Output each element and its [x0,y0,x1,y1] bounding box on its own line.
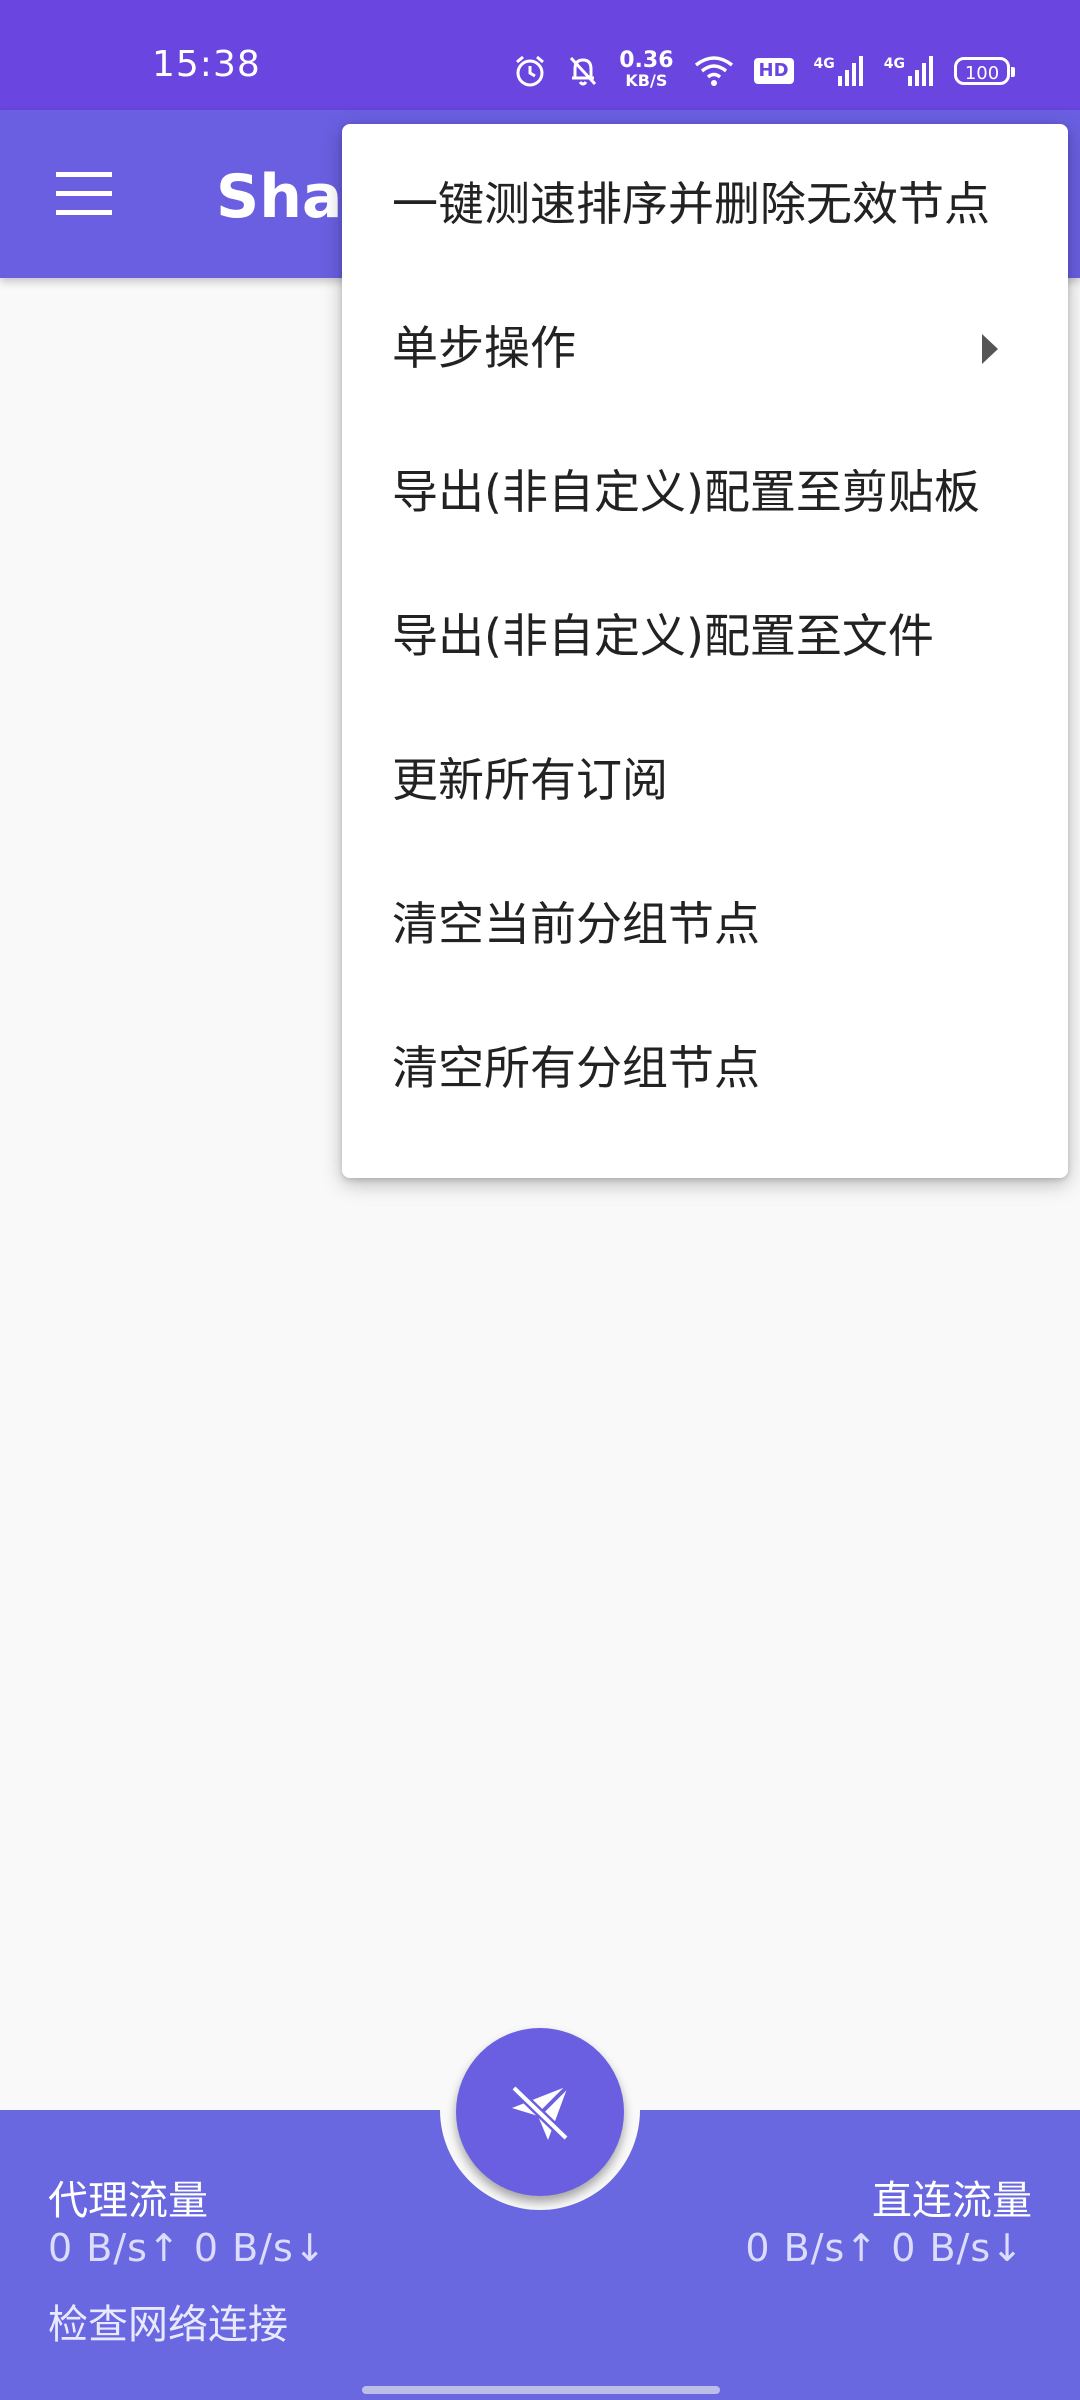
bell-off-icon [570,56,597,86]
menu-item-clear-current-group[interactable]: 清空当前分组节点 [342,852,1068,996]
proxy-traffic-label: 代理流量 [48,2178,208,2224]
proxy-traffic-value: 0 B/s↑ 0 B/s↓ [48,2226,327,2270]
overflow-menu: 一键测速排序并删除无效节点 单步操作 导出(非自定义)配置至剪贴板 导出(非自定… [342,124,1068,1178]
wifi-icon [694,56,733,86]
home-indicator[interactable] [362,2386,720,2394]
menu-item-export-file[interactable]: 导出(非自定义)配置至文件 [342,564,1068,708]
signal-1-label: 4G [813,56,835,72]
hamburger-menu-icon[interactable] [56,172,112,216]
hd-badge: HD [753,58,794,84]
menu-item-label: 导出(非自定义)配置至文件 [392,609,934,663]
menu-item-speedtest-sort[interactable]: 一键测速排序并删除无效节点 [342,132,1068,276]
net-speed: 0.36 KB/S [619,48,674,91]
menu-item-label: 更新所有订阅 [392,753,668,807]
alarm-icon [516,55,545,87]
status-icons: 0.36 KB/S HD 4G 4G 100 [513,48,1015,94]
direct-traffic-label: 直连流量 [872,2178,1032,2224]
paper-plane-off-icon [510,2084,570,2142]
signal-bars-icon [837,56,863,86]
signal-1: 4G [814,56,864,86]
menu-item-label: 清空所有分组节点 [392,1041,760,1095]
menu-item-single-step[interactable]: 单步操作 [342,276,1068,420]
net-speed-value: 0.36 [619,48,674,73]
status-time: 15:38 [152,44,261,85]
check-network-link[interactable]: 检查网络连接 [48,2292,288,2350]
status-bar: 15:38 0.36 KB/S HD 4G 4G 100 [0,0,1080,110]
menu-item-export-clipboard[interactable]: 导出(非自定义)配置至剪贴板 [342,420,1068,564]
menu-item-update-subscriptions[interactable]: 更新所有订阅 [342,708,1068,852]
signal-bars-icon [908,56,933,86]
menu-item-label: 清空当前分组节点 [392,897,760,951]
menu-item-label: 一键测速排序并删除无效节点 [392,177,990,231]
triangle-right-icon [982,334,998,364]
signal-2: 4G [884,56,934,86]
connect-fab[interactable] [456,2028,624,2196]
menu-item-label: 导出(非自定义)配置至剪贴板 [392,465,980,519]
direct-traffic-value: 0 B/s↑ 0 B/s↓ [745,2226,1024,2270]
net-speed-unit: KB/S [625,71,668,90]
menu-item-label: 单步操作 [392,321,576,375]
signal-2-label: 4G [883,56,905,72]
battery-icon: 100 [954,57,1015,85]
menu-item-clear-all-groups[interactable]: 清空所有分组节点 [342,996,1068,1140]
